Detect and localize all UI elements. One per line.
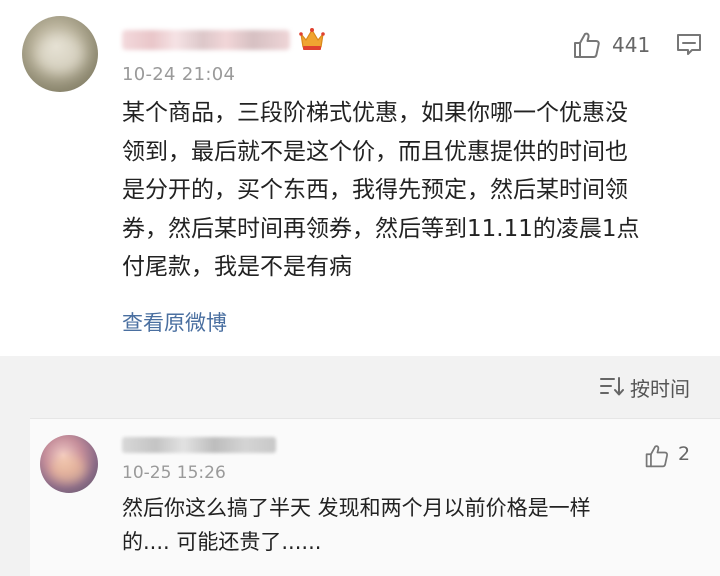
comment-line: 某个商品，三段阶梯式优惠，如果你哪一个优惠没 — [122, 100, 628, 126]
username-redacted[interactable] — [122, 437, 276, 453]
thumbs-up-icon[interactable] — [644, 443, 670, 469]
sort-bar: 按时间 — [0, 356, 720, 416]
reply-line: 的.... 可能还贵了...... — [122, 530, 322, 554]
like-count: 2 — [678, 443, 691, 465]
reply-timestamp: 10-25 15:26 — [122, 463, 226, 483]
reply-body: 然后你这么搞了半天 发现和两个月以前价格是一样 的.... 可能还贵了.....… — [122, 491, 712, 559]
avatar[interactable] — [22, 16, 98, 92]
view-original-link[interactable]: 查看原微博 — [122, 307, 227, 337]
comment-bubble-icon[interactable] — [676, 33, 702, 57]
comment-card: 10-24 21:04 441 某个商品，三段阶梯式优惠，如果你哪一个优惠没 领… — [0, 0, 720, 356]
weibo-comment-thread: 10-24 21:04 441 某个商品，三段阶梯式优惠，如果你哪一个优惠没 领… — [0, 0, 720, 576]
comment-line: 付尾款，我是不是有病 — [122, 254, 352, 280]
reply-card: 10-25 15:26 2 然后你这么搞了半天 发现和两个月以前价格是一样 的.… — [30, 418, 720, 576]
comment-line: 是分开的，买个东西，我得先预定，然后某时间领 — [122, 177, 628, 203]
comment-line: 领到，最后就不是这个价，而且优惠提供的时间也 — [122, 138, 628, 165]
sort-by-time-button[interactable]: 按时间 — [630, 373, 690, 402]
avatar[interactable] — [40, 435, 98, 493]
comment-body: 某个商品，三段阶梯式优惠，如果你哪一个优惠没 领到，最后就不是这个价，而且优惠提… — [122, 94, 708, 287]
comment-line: 券，然后某时间再领券，然后等到11.11的凌晨1点 — [122, 215, 640, 242]
sort-lines-icon[interactable] — [600, 375, 624, 397]
crown-icon — [299, 28, 325, 50]
username-redacted[interactable] — [122, 30, 290, 50]
thumbs-up-icon[interactable] — [572, 30, 602, 60]
comment-timestamp: 10-24 21:04 — [122, 64, 236, 85]
like-count: 441 — [612, 33, 651, 57]
reply-line: 然后你这么搞了半天 发现和两个月以前价格是一样 — [122, 496, 591, 520]
